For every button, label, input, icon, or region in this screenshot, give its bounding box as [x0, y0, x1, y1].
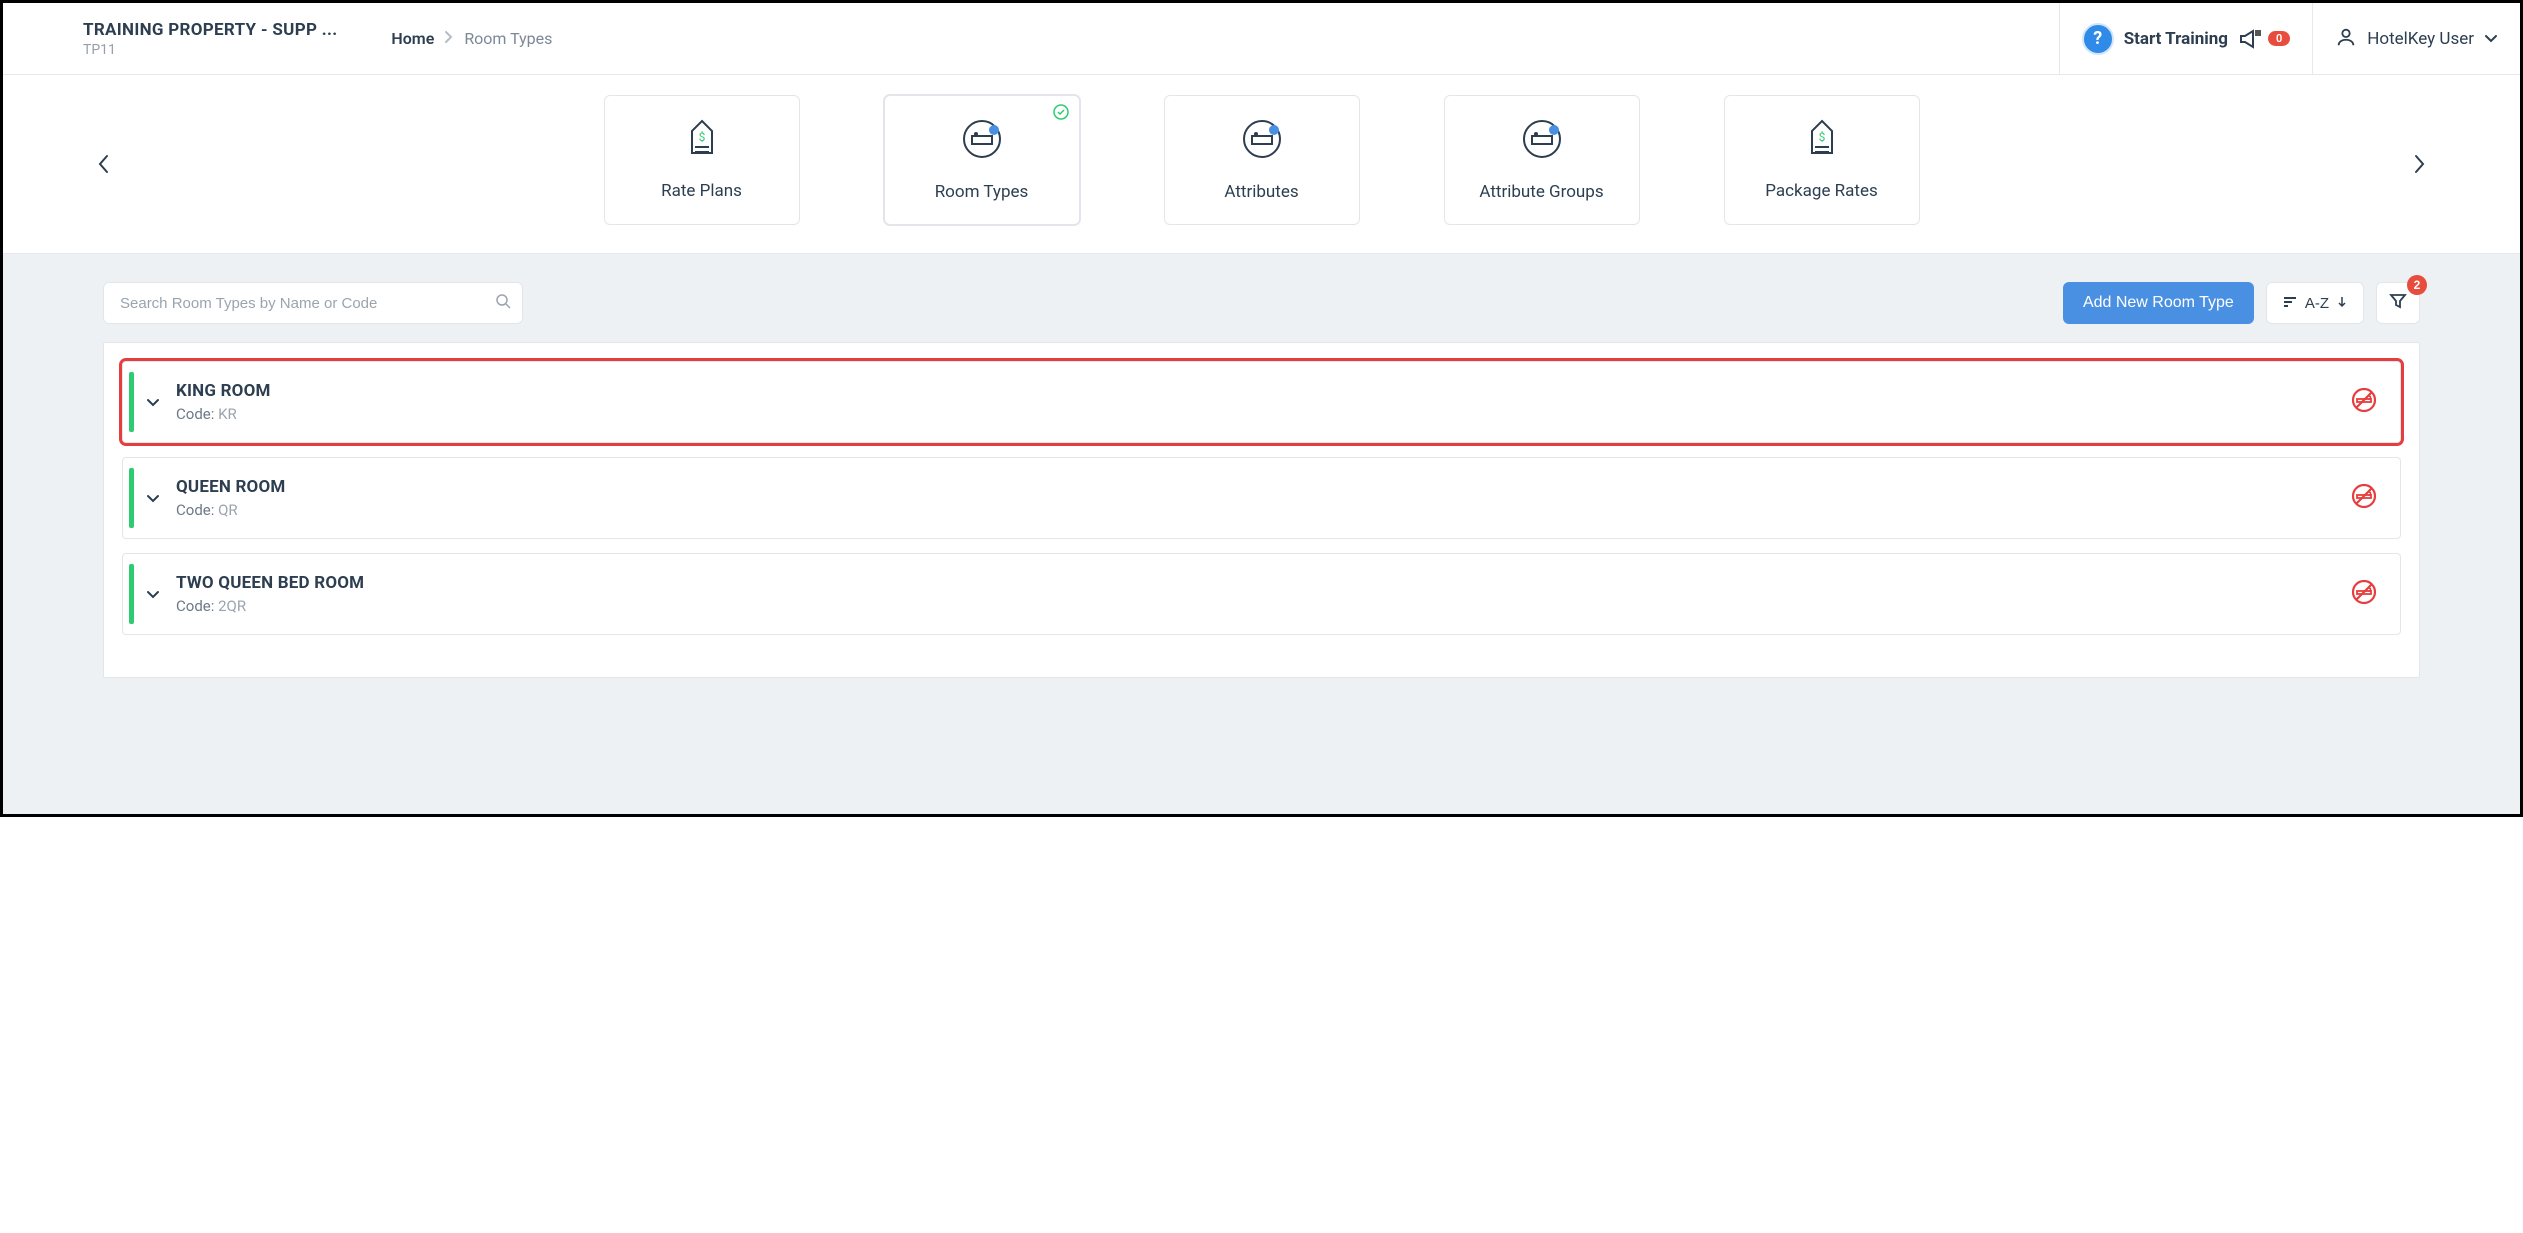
price-tag-icon: $ [687, 119, 717, 163]
check-icon [1053, 104, 1069, 124]
property-block: TRAINING PROPERTY - SUPP ... TP11 [3, 3, 361, 74]
room-name: KING ROOM [176, 381, 271, 401]
svg-text:$: $ [698, 130, 705, 144]
chevron-right-icon [444, 29, 454, 48]
room-name: TWO QUEEN BED ROOM [176, 573, 364, 593]
app-header: TRAINING PROPERTY - SUPP ... TP11 Home R… [3, 3, 2520, 75]
room-type-row[interactable]: QUEEN ROOM Code: QR [122, 457, 2401, 539]
property-name: TRAINING PROPERTY - SUPP ... [83, 20, 337, 40]
room-row-text: QUEEN ROOM Code: QR [176, 477, 286, 519]
filter-button[interactable]: 2 [2376, 282, 2420, 324]
arrow-down-icon [2337, 295, 2347, 312]
no-smoking-icon [2350, 386, 2378, 418]
start-training-label: Start Training [2124, 29, 2228, 49]
sort-button[interactable]: A-Z [2266, 282, 2364, 324]
svg-text:$: $ [1818, 130, 1825, 144]
expand-toggle[interactable] [146, 489, 160, 508]
code-label: Code: [176, 405, 218, 423]
price-tag-icon: $ [1807, 119, 1837, 163]
user-name: HotelKey User [2367, 29, 2474, 49]
notification-badge: 0 [2268, 31, 2290, 46]
category-card-room-types[interactable]: Room Types [884, 95, 1080, 225]
breadcrumb-home[interactable]: Home [391, 29, 434, 48]
property-code: TP11 [83, 42, 337, 58]
category-label: Package Rates [1765, 181, 1878, 201]
chevron-down-icon [2484, 29, 2498, 48]
room-code: 2QR [218, 597, 246, 615]
room-name: QUEEN ROOM [176, 477, 286, 497]
category-card-attributes[interactable]: Attributes [1164, 95, 1360, 225]
add-room-type-button[interactable]: Add New Room Type [2063, 282, 2254, 324]
category-label: Attributes [1224, 182, 1298, 202]
bed-icon [1241, 118, 1283, 164]
status-accent [129, 468, 134, 528]
category-label: Room Types [935, 182, 1029, 202]
expand-toggle[interactable] [146, 393, 160, 412]
room-row-text: KING ROOM Code: KR [176, 381, 271, 423]
status-accent [129, 564, 134, 624]
room-code: KR [218, 405, 237, 423]
user-menu[interactable]: HotelKey User [2312, 3, 2520, 74]
bed-icon [961, 118, 1003, 164]
category-card-package-rates[interactable]: $ Package Rates [1724, 95, 1920, 225]
breadcrumb-current: Room Types [464, 29, 552, 48]
body-area: Add New Room Type A-Z 2 [3, 254, 2520, 814]
no-smoking-icon [2350, 578, 2378, 610]
sort-icon [2283, 295, 2297, 312]
search-input[interactable] [103, 282, 523, 324]
room-type-row[interactable]: TWO QUEEN BED ROOM Code: 2QR [122, 553, 2401, 635]
category-strip: $ Rate Plans Room Types Attributes Attri… [3, 75, 2520, 254]
room-row-text: TWO QUEEN BED ROOM Code: 2QR [176, 573, 364, 615]
bed-icon [1521, 118, 1563, 164]
category-card-rate-plans[interactable]: $ Rate Plans [604, 95, 800, 225]
search-wrap [103, 282, 523, 324]
user-icon [2335, 26, 2357, 52]
scroll-right-button[interactable] [2400, 144, 2440, 184]
room-code-line: Code: 2QR [176, 597, 364, 615]
help-icon[interactable]: ? [2082, 23, 2114, 55]
search-icon [495, 293, 511, 313]
room-code-line: Code: KR [176, 405, 271, 423]
room-type-row[interactable]: KING ROOM Code: KR [122, 361, 2401, 443]
expand-toggle[interactable] [146, 585, 160, 604]
code-label: Code: [176, 501, 218, 519]
category-card-attribute-groups[interactable]: Attribute Groups [1444, 95, 1640, 225]
category-label: Rate Plans [661, 181, 742, 201]
room-type-list: KING ROOM Code: KR QUEEN ROOM [103, 342, 2420, 678]
sort-label: A-Z [2305, 295, 2329, 312]
scroll-left-button[interactable] [83, 144, 123, 184]
filter-icon [2389, 292, 2407, 314]
room-code: QR [218, 501, 238, 519]
filter-count-badge: 2 [2407, 275, 2427, 295]
room-code-line: Code: QR [176, 501, 286, 519]
status-accent [129, 372, 134, 432]
toolbar: Add New Room Type A-Z 2 [103, 282, 2420, 324]
no-smoking-icon [2350, 482, 2378, 514]
breadcrumb: Home Room Types [361, 3, 2058, 74]
header-right: ? Start Training 0 HotelKey User [2059, 3, 2520, 74]
category-label: Attribute Groups [1479, 182, 1603, 202]
code-label: Code: [176, 597, 218, 615]
training-block[interactable]: ? Start Training 0 [2059, 3, 2313, 74]
megaphone-icon[interactable] [2238, 28, 2262, 50]
